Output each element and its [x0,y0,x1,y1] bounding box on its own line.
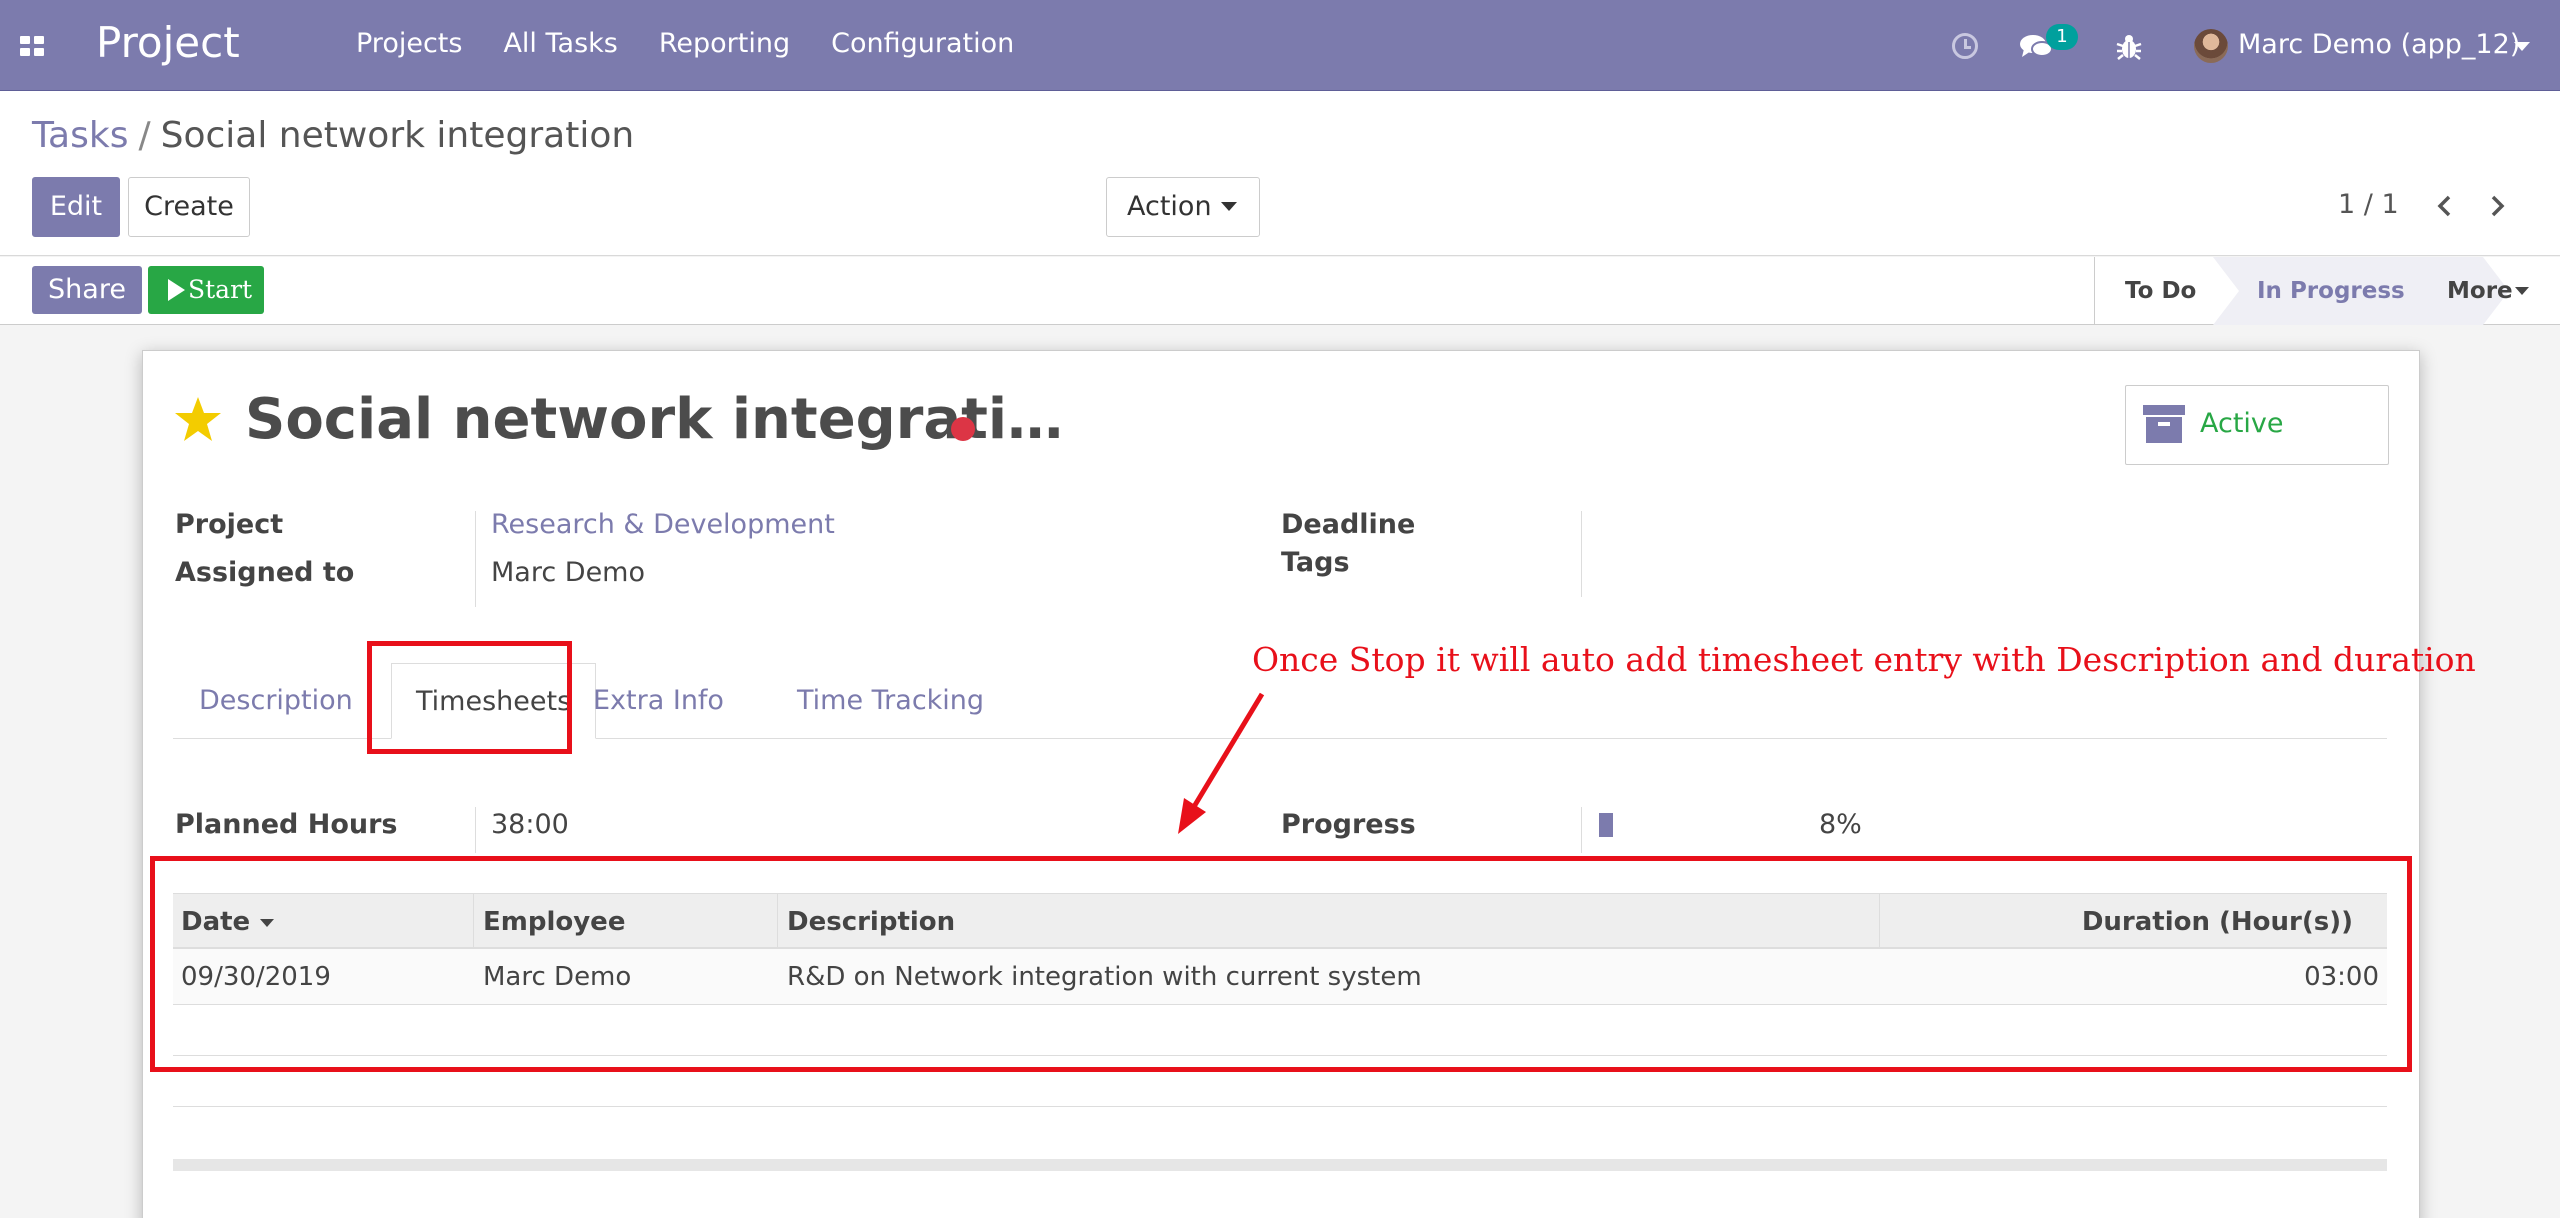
breadcrumb-tasks[interactable]: Tasks [32,115,128,156]
apps-menu-icon[interactable] [20,36,44,56]
breadcrumb: Tasks / Social network integration [32,115,634,156]
form-sheet: Social network integrati… Active Project… [142,350,2420,1218]
stage-todo[interactable]: To Do [2125,257,2196,325]
menu-all-tasks[interactable]: All Tasks [503,28,617,59]
pager-value[interactable]: 1 / 1 [2338,189,2399,220]
project-value-link[interactable]: Research & Development [491,509,835,540]
user-menu[interactable]: Marc Demo (app_12) [2238,29,2520,60]
planned-hours-value[interactable]: 38:00 [491,809,569,840]
menu-configuration[interactable]: Configuration [831,28,1014,59]
top-navbar: Project Projects All Tasks Reporting Con… [0,0,2560,91]
start-timer-button[interactable]: Start [148,266,264,314]
user-menu-caret-icon[interactable] [2514,42,2530,51]
action-dropdown[interactable]: Action [1106,177,1260,237]
stage-more-dropdown[interactable]: More [2447,257,2513,325]
tab-time-tracking[interactable]: Time Tracking [797,663,984,739]
planned-hours-label: Planned Hours [175,809,398,840]
assigned-to-label: Assigned to [175,557,355,588]
field-divider [475,511,476,607]
action-label: Action [1127,191,1212,222]
task-title: Social network integrati… [245,387,1064,452]
field-divider [1581,511,1582,597]
app-brand: Project [96,18,240,67]
divider [173,1106,2387,1107]
project-label: Project [175,509,284,540]
progress-bar [1599,813,1613,837]
deadline-label: Deadline [1281,509,1416,540]
messages-count-badge: 1 [2046,24,2078,50]
action-caret-icon [1221,202,1237,211]
play-icon [168,279,185,301]
field-divider [475,807,476,853]
create-button[interactable]: Create [128,177,250,237]
active-label: Active [2200,408,2284,439]
main-menu: Projects All Tasks Reporting Configurati… [356,28,1014,59]
menu-projects[interactable]: Projects [356,28,462,59]
activity-clock-icon[interactable] [1952,33,1978,59]
kanban-state-dot[interactable] [951,417,975,441]
more-caret-icon [2515,287,2529,295]
tab-extra-info[interactable]: Extra Info [593,663,724,739]
archive-icon [2143,405,2185,443]
form-statusbar: Share Start To Do In Progress More [0,257,2560,325]
annotation-highlight-tab [367,641,572,754]
tab-description[interactable]: Description [199,663,353,739]
annotation-text: Once Stop it will auto add timesheet ent… [1252,640,2476,679]
active-toggle-button[interactable]: Active [2125,385,2389,465]
progress-label: Progress [1281,809,1416,840]
annotation-highlight-table [150,856,2412,1072]
breadcrumb-current: Social network integration [160,115,635,156]
progress-value: 8% [1819,809,1862,840]
user-avatar[interactable] [2194,29,2228,63]
debug-bug-icon[interactable] [2114,32,2144,62]
start-label: Start [188,275,253,304]
share-button[interactable]: Share [32,266,142,314]
field-divider [1581,807,1582,853]
pager-previous-icon[interactable] [2430,191,2460,221]
tags-label: Tags [1281,547,1350,578]
edit-button[interactable]: Edit [32,177,120,237]
list-footer [173,1159,2387,1171]
breadcrumb-separator: / [138,115,151,156]
stage-in-progress[interactable]: In Progress [2257,257,2405,325]
pager-next-icon[interactable] [2482,191,2512,221]
assigned-to-value[interactable]: Marc Demo [491,557,645,588]
priority-star-icon[interactable] [173,395,223,443]
control-panel: Tasks / Social network integration Edit Cr… [0,91,2560,256]
annotation-arrow-icon [1178,692,1265,834]
menu-reporting[interactable]: Reporting [659,28,790,59]
stage-selector: To Do In Progress More [2094,257,2560,325]
